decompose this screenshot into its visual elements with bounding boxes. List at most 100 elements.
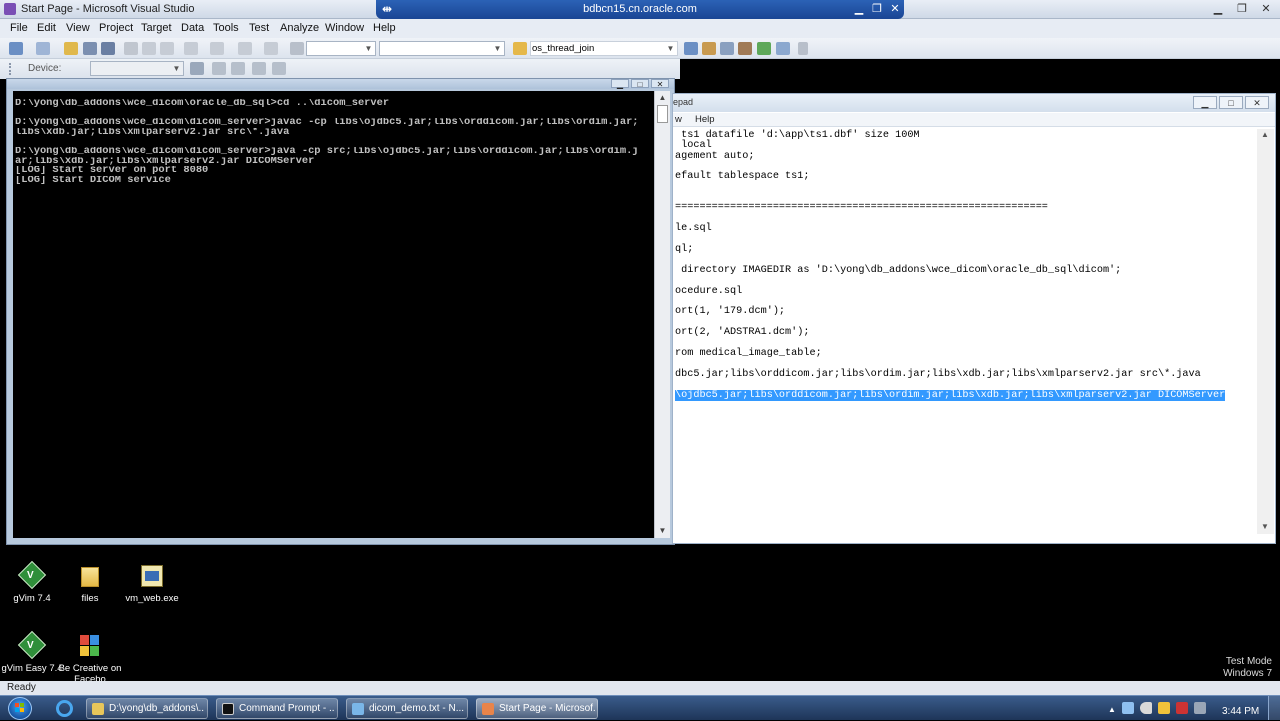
toolbox-icon[interactable] — [738, 42, 752, 55]
scroll-thumb[interactable] — [657, 105, 668, 123]
desktop-icon-be-creative[interactable]: Be Creative on Facebo — [58, 633, 122, 685]
taskbar-explorer-button[interactable]: D:\yong\db_addons\... — [86, 698, 208, 719]
redo-icon[interactable] — [210, 42, 224, 55]
menu-test[interactable]: Test — [249, 22, 269, 34]
taskbar-button-label: D:\yong\db_addons\... — [109, 703, 205, 714]
menu-edit[interactable]: Edit — [37, 22, 56, 34]
cmd-console[interactable]: D:\yong\db_addons\wce_dicom\oracle_db_sq… — [13, 91, 654, 538]
start-button[interactable] — [8, 697, 32, 720]
menu-view[interactable]: w — [675, 114, 682, 125]
desktop-icon-files[interactable]: files — [58, 563, 122, 604]
menu-window[interactable]: Window — [325, 22, 364, 34]
text-line: ========================================… — [675, 202, 1048, 213]
menu-help[interactable]: Help — [695, 114, 715, 125]
save-all-icon[interactable] — [101, 42, 115, 55]
notepad-minimize-button[interactable]: ▁ — [1193, 96, 1217, 109]
object-browser-icon[interactable] — [720, 42, 734, 55]
device-tools-icon[interactable] — [272, 62, 286, 75]
solution-platform-combo[interactable]: ▼ — [379, 41, 505, 56]
start-debug-icon[interactable] — [290, 42, 304, 55]
vs-minimize-button[interactable]: ▁ — [1206, 2, 1230, 17]
menu-target[interactable]: Target — [141, 22, 172, 34]
notepad-vertical-scrollbar[interactable]: ▲ ▼ — [1257, 129, 1274, 534]
cmd-close-button[interactable]: ✕ — [651, 79, 669, 89]
chevron-down-icon: ▼ — [666, 44, 675, 53]
desktop-icon-label: gVim Easy 7.4 — [1, 663, 63, 674]
scroll-down-icon[interactable]: ▼ — [655, 524, 670, 537]
internet-explorer-icon[interactable] — [56, 700, 73, 717]
menu-tools[interactable]: Tools — [213, 22, 239, 34]
start-page-icon[interactable] — [757, 42, 771, 55]
desktop-icon-gvim-easy[interactable]: V gVim Easy 7.4 — [0, 630, 64, 674]
properties-icon[interactable] — [702, 42, 716, 55]
output-window-icon[interactable] — [776, 42, 790, 55]
vs-restore-button[interactable]: ❐ — [1230, 2, 1254, 17]
cmd-title-bar[interactable]: ▁ □ ✕ — [7, 79, 674, 89]
scroll-up-icon[interactable]: ▲ — [1257, 129, 1273, 141]
taskbar-notepad-button[interactable]: dicom_demo.txt - N... — [346, 698, 468, 719]
remote-desktop-bar: ⇹ bdbcn15.cn.oracle.com ▁ ❐ ✕ — [376, 0, 904, 19]
undo-icon[interactable] — [184, 42, 198, 55]
solution-explorer-icon[interactable] — [684, 42, 698, 55]
add-item-icon[interactable] — [36, 42, 50, 55]
selected-text-line: \ojdbc5.jar;libs\orddicom.jar;libs\ordim… — [675, 390, 1226, 401]
show-desktop-button[interactable] — [1268, 696, 1280, 720]
notepad-window[interactable]: epad ▁ □ ✕ w Help ts1 datafile 'd:\app\t… — [672, 93, 1276, 544]
solution-config-combo[interactable]: ▼ — [306, 41, 376, 56]
vs-close-button[interactable]: ✕ — [1254, 2, 1278, 17]
language-icon[interactable] — [1194, 702, 1206, 714]
device-manager-icon[interactable] — [231, 62, 245, 75]
text-line: le.sql — [675, 223, 712, 234]
cmd-line — [15, 109, 654, 119]
target-device-combo[interactable]: ▼ — [90, 61, 184, 76]
network-icon[interactable] — [1122, 702, 1134, 714]
scroll-down-icon[interactable]: ▼ — [1257, 521, 1273, 533]
navigate-forward-icon[interactable] — [264, 42, 278, 55]
notepad-title-bar[interactable]: epad ▁ □ ✕ — [673, 94, 1275, 112]
text-line: directory IMAGEDIR as 'D:\yong\db_addons… — [675, 265, 1122, 276]
rdp-close-button[interactable]: ✕ — [888, 3, 902, 15]
command-prompt-window[interactable]: ▁ □ ✕ D:\yong\db_addons\wce_dicom\oracle… — [6, 78, 675, 545]
copy-icon[interactable] — [142, 42, 156, 55]
volume-icon[interactable] — [1140, 702, 1152, 714]
action-center-icon[interactable] — [1158, 702, 1170, 714]
taskbar-visual-studio-button[interactable]: Start Page - Microsof... — [476, 698, 598, 719]
text-line: efault tablespace ts1; — [675, 171, 810, 182]
new-project-icon[interactable] — [9, 42, 23, 55]
menu-file[interactable]: File — [10, 22, 28, 34]
notepad-text-area[interactable]: ts1 datafile 'd:\app\ts1.dbf' size 100M … — [675, 129, 1257, 534]
find-combo[interactable]: os_thread_join ▼ — [530, 41, 678, 56]
menu-data[interactable]: Data — [181, 22, 204, 34]
taskbar-clock[interactable]: 3:44 PM — [1222, 706, 1259, 717]
gvim-easy-icon: V — [17, 630, 47, 660]
cmd-maximize-button[interactable]: □ — [631, 79, 649, 89]
menu-help[interactable]: Help — [373, 22, 396, 34]
emulator-icon[interactable] — [252, 62, 266, 75]
open-folder-icon[interactable] — [64, 42, 78, 55]
cmd-minimize-button[interactable]: ▁ — [611, 79, 629, 89]
taskbar-cmd-button[interactable]: Command Prompt - ... — [216, 698, 338, 719]
device-options-icon[interactable] — [212, 62, 226, 75]
save-icon[interactable] — [83, 42, 97, 55]
notepad-close-button[interactable]: ✕ — [1245, 96, 1269, 109]
find-in-files-icon[interactable] — [513, 42, 527, 55]
cmd-vertical-scrollbar[interactable]: ▲ ▼ — [654, 91, 670, 538]
desktop-icon-gvim[interactable]: V gVim 7.4 — [0, 560, 64, 604]
paste-icon[interactable] — [160, 42, 174, 55]
rdp-minimize-button[interactable]: ▁ — [852, 3, 866, 15]
cmd-output: D:\yong\db_addons\wce_dicom\oracle_db_sq… — [15, 99, 654, 185]
rdp-restore-button[interactable]: ❐ — [870, 3, 884, 15]
security-alert-icon[interactable] — [1176, 702, 1188, 714]
menu-view[interactable]: View — [66, 22, 90, 34]
menu-project[interactable]: Project — [99, 22, 133, 34]
desktop-icon-vm-web[interactable]: vm_web.exe — [120, 563, 184, 604]
notepad-maximize-button[interactable]: □ — [1219, 96, 1243, 109]
cut-icon[interactable] — [124, 42, 138, 55]
connect-device-icon[interactable] — [190, 62, 204, 75]
menu-analyze[interactable]: Analyze — [280, 22, 319, 34]
scroll-up-icon[interactable]: ▲ — [655, 91, 670, 104]
show-hidden-icons-icon[interactable]: ▲ — [1108, 705, 1116, 714]
navigate-back-icon[interactable] — [238, 42, 252, 55]
toolbar-options-icon[interactable] — [798, 42, 808, 55]
desktop-icon-label: gVim 7.4 — [13, 593, 51, 604]
